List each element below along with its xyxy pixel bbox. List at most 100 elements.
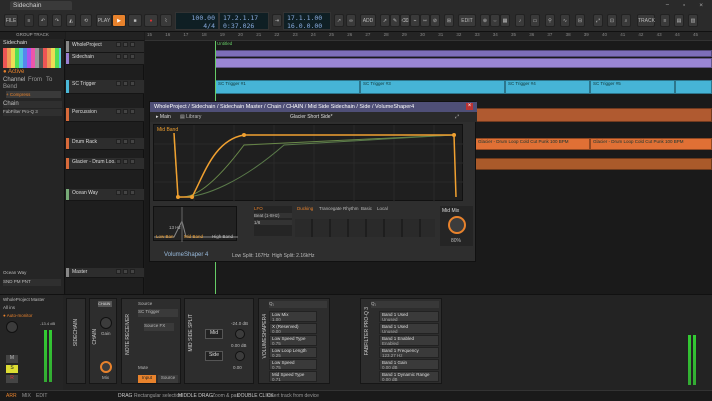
shape-curve[interactable] bbox=[154, 125, 464, 202]
pointer-tool-icon[interactable]: ➚ bbox=[380, 14, 390, 27]
high-band-label[interactable]: High Band bbox=[212, 234, 233, 239]
side-gain-knob[interactable] bbox=[235, 351, 245, 361]
redo-icon[interactable]: ↷ bbox=[52, 14, 62, 27]
loop-icon[interactable]: ⟲ bbox=[80, 14, 92, 27]
auto-monitor-toggle[interactable]: ● Auto-monitor bbox=[3, 313, 33, 318]
device-param[interactable]: Band 1 Used Unused bbox=[379, 311, 439, 322]
menu-icon[interactable]: ≡ bbox=[24, 14, 34, 27]
division-select[interactable]: 1/8 bbox=[254, 220, 292, 225]
zoom-icon[interactable]: ⊕ bbox=[480, 14, 490, 27]
record-arm-button[interactable]: R bbox=[6, 375, 18, 383]
stop-icon[interactable]: ■ bbox=[128, 14, 142, 27]
device-param[interactable]: Low Loop Length 0.25 bbox=[269, 347, 317, 358]
track-header[interactable]: Ocean Way bbox=[66, 189, 144, 201]
track-button[interactable]: TRACK bbox=[637, 14, 655, 27]
source-button[interactable]: Source bbox=[158, 375, 178, 383]
device-param[interactable]: Low Mix 1.00 bbox=[269, 311, 317, 322]
mute-button[interactable] bbox=[116, 269, 121, 274]
preset-shapes[interactable] bbox=[295, 219, 435, 237]
sidechain-clip[interactable] bbox=[215, 50, 712, 57]
sc-trigger-clip[interactable]: SC Trigger #3 bbox=[360, 80, 505, 94]
track-color[interactable] bbox=[66, 268, 69, 277]
record-button[interactable] bbox=[130, 54, 135, 59]
sc-trigger-clip[interactable]: SC Trigger #5 bbox=[590, 80, 675, 94]
mute-button[interactable] bbox=[116, 139, 121, 144]
device-param[interactable]: X (Reserved) 0.00 bbox=[269, 323, 317, 334]
record-button[interactable] bbox=[130, 190, 135, 195]
track-header[interactable]: Drum Rack bbox=[66, 138, 144, 150]
source-select[interactable]: SC Trigger bbox=[138, 309, 178, 317]
tab-local[interactable]: Local bbox=[377, 206, 388, 211]
track-color[interactable] bbox=[66, 41, 69, 52]
track-header[interactable]: SC Trigger bbox=[66, 80, 144, 94]
mid-gain-knob[interactable] bbox=[235, 329, 245, 339]
grid-icon[interactable]: ▦ bbox=[500, 14, 510, 27]
glacier-clip[interactable]: Glacier - Drum Loop Cold Cut Punk 100 BP… bbox=[590, 138, 712, 150]
add-button[interactable]: ADD bbox=[360, 14, 376, 27]
timeline-ruler[interactable]: 15 16 17 18 19 20 21 22 23 24 25 26 27 28 29 30 31 32 33 34… bbox=[145, 32, 712, 41]
mute-button[interactable] bbox=[116, 42, 121, 47]
tab-rhythm[interactable]: Rhythm bbox=[343, 206, 359, 211]
fold-icon[interactable]: ⊟ bbox=[575, 14, 585, 27]
play-icon[interactable]: ▶ bbox=[112, 14, 126, 27]
track-color[interactable] bbox=[66, 158, 69, 169]
proq-device[interactable]: FABFILTER PRO-Q 3 Q₁ Band 1 Used Unused Ba… bbox=[360, 298, 442, 384]
eraser-tool-icon[interactable]: ⌫ bbox=[400, 14, 410, 27]
track-color[interactable] bbox=[66, 53, 69, 64]
inspector-track-name[interactable]: Sidechain bbox=[3, 40, 27, 46]
gain-knob[interactable] bbox=[100, 317, 112, 329]
record-button[interactable] bbox=[130, 139, 135, 144]
sidechain-device[interactable]: SIDECHAIN bbox=[66, 298, 86, 384]
fit-icon[interactable]: ⇔ bbox=[490, 14, 500, 27]
color-palette[interactable] bbox=[3, 48, 61, 68]
metronome-icon[interactable]: ◭ bbox=[66, 14, 76, 27]
mid-band-label[interactable]: Mid Band bbox=[184, 234, 203, 239]
layout-icon[interactable]: ⊡ bbox=[607, 14, 617, 27]
undo-icon[interactable]: ↶ bbox=[38, 14, 48, 27]
low-band-label[interactable]: Low Ban bbox=[156, 234, 174, 239]
solo-button[interactable] bbox=[123, 269, 128, 274]
solo-button[interactable] bbox=[123, 81, 128, 86]
mixer-icon[interactable]: ≡ bbox=[660, 14, 670, 27]
tempo-display[interactable]: 100.00 4/4 bbox=[175, 12, 219, 30]
expand-icon[interactable]: ⤢ bbox=[593, 14, 603, 27]
mid-chain[interactable]: Mid bbox=[205, 329, 223, 339]
active-toggle[interactable]: ● Active bbox=[3, 69, 24, 75]
loop-display[interactable]: 17.1.1.00 16.0.0.00 bbox=[283, 12, 331, 30]
record-icon[interactable]: ● bbox=[144, 14, 158, 27]
browser-icon[interactable]: ▥ bbox=[688, 14, 698, 27]
link-icon[interactable]: ∞ bbox=[346, 14, 356, 27]
side-chain[interactable]: Side bbox=[205, 351, 223, 361]
record-button[interactable] bbox=[130, 42, 135, 47]
expand-icon[interactable]: ⤢ bbox=[455, 112, 459, 122]
source-device[interactable]: NOTE RECEIVER Source SC Trigger Source F… bbox=[121, 298, 181, 384]
cue-marker[interactable]: Untitled bbox=[217, 41, 232, 46]
tab-basic[interactable]: Basic bbox=[361, 206, 372, 211]
master-label[interactable]: WholeProject Master bbox=[3, 297, 45, 302]
mute-button[interactable] bbox=[116, 54, 121, 59]
solo-button[interactable] bbox=[123, 54, 128, 59]
sidechain-lane[interactable] bbox=[215, 58, 712, 68]
pencil-tool-icon[interactable]: ✎ bbox=[390, 14, 400, 27]
main-tab[interactable]: ▸ Main bbox=[156, 112, 171, 122]
track-color[interactable] bbox=[66, 189, 69, 200]
edit-button[interactable]: EDIT bbox=[458, 14, 476, 27]
punch-icon[interactable]: ⇥ bbox=[272, 14, 282, 27]
compress-button[interactable]: + Compress bbox=[6, 91, 61, 98]
solo-button[interactable] bbox=[123, 159, 128, 164]
sc-trigger-clip[interactable] bbox=[675, 80, 712, 94]
solo-button[interactable] bbox=[123, 42, 128, 47]
play-label[interactable]: PLAY bbox=[96, 14, 112, 27]
device-param[interactable]: Mid Speed Type 0.71 bbox=[269, 371, 317, 382]
volume-knob[interactable] bbox=[6, 321, 18, 333]
record-button[interactable] bbox=[130, 269, 135, 274]
source-fx-button[interactable]: Source FX bbox=[144, 323, 174, 331]
track-header[interactable]: Percussion bbox=[66, 108, 144, 122]
mid-side-device[interactable]: MID SIDE SPLIT Mid Side -24.0 dB 0.00 dB… bbox=[184, 298, 254, 384]
tab-trancegate[interactable]: Trancegate bbox=[319, 206, 342, 211]
solo-button[interactable] bbox=[123, 109, 128, 114]
sc-trigger-clip[interactable]: SC Trigger #1 bbox=[215, 80, 360, 94]
device-param[interactable]: Low Speed 0.75 bbox=[269, 359, 317, 370]
device-param[interactable]: Band 1 Frequency 123.27 Hz bbox=[379, 347, 439, 358]
mute-button[interactable] bbox=[116, 159, 121, 164]
